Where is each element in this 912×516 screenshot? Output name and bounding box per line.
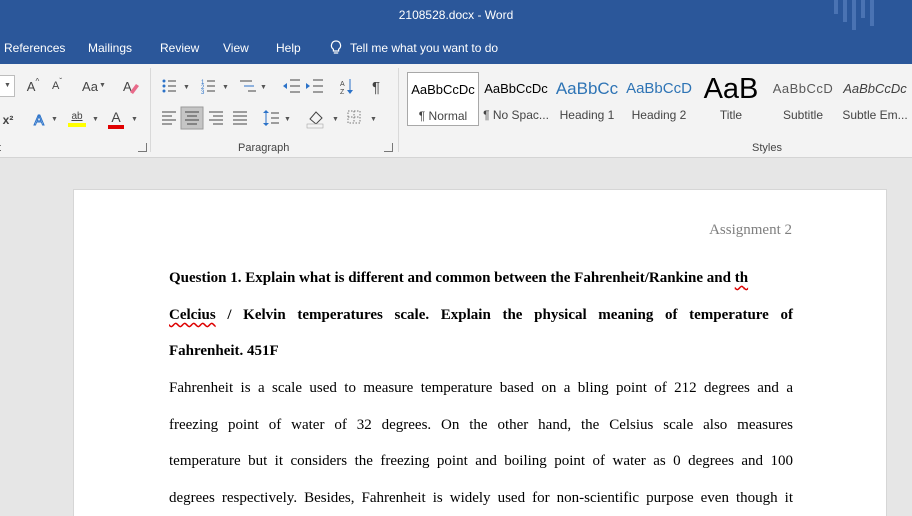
chevron-down-icon: ▼ — [99, 82, 106, 89]
tell-me-search[interactable]: Tell me what you want to do — [330, 40, 498, 56]
chevron-down-icon: ▼ — [51, 116, 58, 123]
body-line: temperature but it considers the freezin… — [169, 453, 793, 469]
font-dialog-launcher[interactable] — [138, 143, 147, 152]
svg-text:3: 3 — [201, 90, 205, 96]
svg-text:▼: ▼ — [284, 116, 291, 123]
multilevel-list-icon[interactable]: ▼ — [240, 80, 267, 92]
style-normal[interactable]: AaBbCcDc ¶ Normal — [407, 72, 479, 126]
justify-icon[interactable] — [233, 111, 247, 125]
page-header: Assignment 2 — [709, 222, 792, 238]
style-title[interactable]: AaB Title — [695, 72, 767, 126]
style-heading-2[interactable]: AaBbCcD Heading 2 — [623, 72, 695, 126]
superscript-button[interactable]: x² — [0, 109, 16, 131]
sort-icon[interactable]: AZ — [340, 79, 353, 96]
align-right-icon[interactable] — [209, 111, 223, 125]
svg-text:▼: ▼ — [260, 84, 267, 91]
body-line: degrees respectively. Besides, Fahrenhei… — [169, 490, 793, 506]
title-bar: 2108528.docx - Word — [0, 0, 912, 34]
borders-icon[interactable]: ▼ — [347, 110, 377, 124]
style-heading-1[interactable]: AaBbCc Heading 1 — [551, 72, 623, 126]
shrink-font-button[interactable]: Aˇ — [48, 77, 66, 95]
align-left-icon[interactable] — [162, 111, 176, 125]
font-color-button[interactable]: A — [106, 108, 126, 130]
show-formatting-icon[interactable]: ¶ — [372, 79, 380, 96]
svg-text:▼: ▼ — [370, 116, 377, 123]
ribbon: ▼ A^ Aˇ Aa ▼ A x² A ▼ ab ▼ A ▼ t — [0, 64, 912, 158]
tab-help[interactable]: Help — [276, 41, 301, 55]
shading-icon[interactable]: ▼ — [306, 111, 339, 129]
tab-references[interactable]: References — [4, 41, 65, 55]
svg-text:▼: ▼ — [183, 84, 190, 91]
font-size-dropdown[interactable]: ▼ — [0, 75, 15, 97]
align-center-selected-bg — [180, 106, 204, 130]
group-separator — [150, 68, 151, 152]
document-area[interactable]: Assignment 2 Question 1. Explain what is… — [0, 158, 912, 516]
increase-indent-icon[interactable] — [306, 79, 323, 93]
question-line-2: Celcius / Kelvin temperatures scale. Exp… — [169, 307, 793, 323]
grow-font-button[interactable]: A ^ — [24, 77, 42, 95]
styles-group-label: Styles — [752, 142, 782, 154]
group-separator — [398, 68, 399, 152]
tab-mailings[interactable]: Mailings — [88, 41, 132, 55]
ribbon-tabs: References Mailings Review View Help Tel… — [0, 34, 912, 64]
chevron-down-icon: ▼ — [92, 116, 99, 123]
font-group-label: t — [0, 142, 1, 154]
text-effects-button[interactable]: A — [30, 109, 48, 131]
svg-text:Z: Z — [340, 89, 345, 96]
svg-text:▼: ▼ — [332, 116, 339, 123]
paragraph-icons: ▼ 1 2 3 ▼ ▼ AZ ¶ ▼ ▼ ▼ — [162, 79, 380, 130]
decoration-graphic — [834, 0, 874, 30]
paragraph-dialog-launcher[interactable] — [384, 143, 393, 152]
spelling-error: Celcius — [169, 307, 216, 323]
highlight-color-bar — [68, 123, 86, 127]
window-title: 2108528.docx - Word — [398, 8, 514, 22]
clear-formatting-button[interactable]: A — [120, 75, 142, 97]
paragraph-group-label: Paragraph — [238, 142, 290, 154]
clear-formatting-icon: A — [123, 79, 139, 94]
question-line-1: Question 1. Explain what is different an… — [169, 270, 749, 286]
style-subtle-emphasis[interactable]: AaBbCcDc Subtle Em... — [839, 72, 911, 126]
svg-text:A: A — [340, 81, 345, 88]
chevron-down-icon: ▼ — [4, 82, 11, 89]
decrease-indent-icon[interactable] — [283, 79, 300, 93]
body-line: freezing point of water of 32 degrees. O… — [169, 417, 793, 433]
numbering-icon[interactable]: 1 2 3 ▼ — [201, 80, 229, 96]
tell-me-label: Tell me what you want to do — [350, 41, 499, 55]
line-spacing-icon[interactable]: ▼ — [263, 110, 291, 126]
document-page[interactable]: Assignment 2 Question 1. Explain what is… — [73, 189, 887, 516]
style-no-spacing[interactable]: AaBbCcDc ¶ No Spac... — [480, 72, 552, 126]
lightbulb-icon — [330, 40, 342, 54]
chevron-down-icon: ▼ — [131, 116, 138, 123]
tab-view[interactable]: View — [223, 41, 249, 55]
tab-review[interactable]: Review — [160, 41, 199, 55]
bullets-icon[interactable]: ▼ — [162, 79, 190, 93]
question-line-3: Fahrenheit. 451F — [169, 343, 279, 359]
svg-text:▼: ▼ — [222, 84, 229, 91]
spelling-error: th — [734, 270, 749, 286]
highlight-button[interactable]: ab — [66, 108, 88, 130]
font-color-bar — [108, 125, 124, 129]
style-subtitle[interactable]: AaBbCcD Subtitle — [767, 72, 839, 126]
body-line: Fahrenheit is a scale used to measure te… — [169, 380, 793, 396]
svg-text:¶: ¶ — [372, 79, 380, 96]
